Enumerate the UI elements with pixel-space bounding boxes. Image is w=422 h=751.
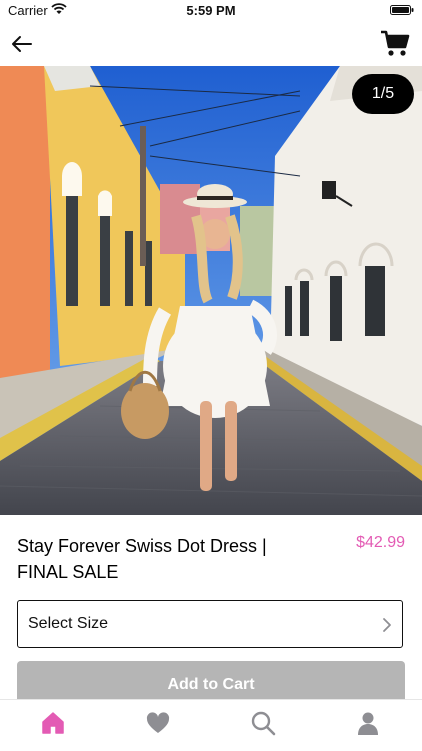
search-icon xyxy=(251,711,276,736)
cart-button[interactable] xyxy=(380,28,410,58)
home-icon xyxy=(42,712,64,734)
tab-favorites[interactable] xyxy=(145,710,171,736)
status-bar: Carrier 5:59 PM xyxy=(0,0,422,22)
nav-bar xyxy=(0,22,422,66)
size-select[interactable]: Select Size xyxy=(17,600,403,648)
chevron-right-icon xyxy=(383,618,391,632)
product-price: $42.99 xyxy=(356,534,405,551)
status-time: 5:59 PM xyxy=(186,3,236,18)
person-icon xyxy=(358,712,378,735)
cart-icon xyxy=(381,30,410,56)
arrow-left-icon xyxy=(12,36,32,52)
product-title: Stay Forever Swiss Dot Dress | FINAL SAL… xyxy=(17,536,267,582)
tab-profile[interactable] xyxy=(355,710,381,736)
image-counter: 1/5 xyxy=(352,74,414,114)
back-button[interactable] xyxy=(8,30,36,58)
heart-icon xyxy=(146,712,170,733)
tab-bar xyxy=(0,699,422,751)
size-select-label: Select Size xyxy=(28,615,109,632)
product-image[interactable]: 1/5 xyxy=(0,66,422,515)
tab-home[interactable] xyxy=(40,710,66,736)
product-photo xyxy=(0,66,422,515)
tab-search[interactable] xyxy=(250,710,276,736)
battery-icon xyxy=(390,5,414,15)
